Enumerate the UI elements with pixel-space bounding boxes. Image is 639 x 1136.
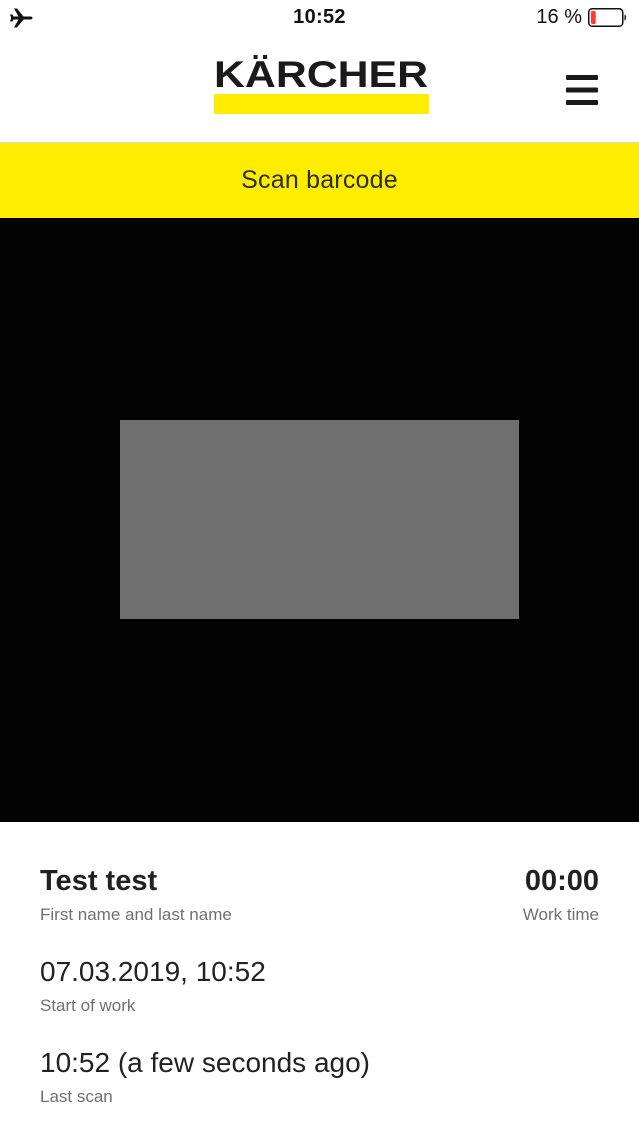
hamburger-menu-icon[interactable] [562,72,602,108]
page-title: Scan barcode [241,166,398,194]
last-scan-label: Last scan [40,1087,113,1106]
work-time-block: 00:00 Work time [523,864,599,926]
app-header: KÄRCHER [0,38,639,143]
employee-name-block: Test test First name and last name [40,864,232,926]
work-time-value: 00:00 [524,865,599,897]
logo-text: KÄRCHER [214,54,428,95]
work-time-label: Work time [522,905,599,924]
start-of-work-label: Start of work [40,996,136,1015]
scan-frame [120,420,519,619]
status-bar: 10:52 16 % [0,0,639,38]
battery-icon [588,8,626,27]
karcher-logo: KÄRCHER [214,54,429,114]
battery-fill [591,11,596,24]
start-of-work-value: 07.03.2019, 10:52 [40,956,266,987]
title-bar: Scan barcode [0,143,639,218]
camera-viewport[interactable] [0,218,639,822]
employee-name: Test test [40,865,158,897]
info-panel: Test test First name and last name 00:00… [0,822,639,1136]
employee-name-label: First name and last name [40,905,232,924]
last-scan-block: 10:52 (a few seconds ago) Last scan [40,1046,370,1108]
last-scan-value: 10:52 (a few seconds ago) [40,1047,370,1078]
start-of-work-block: 07.03.2019, 10:52 Start of work [40,955,266,1017]
app-screen: 10:52 16 % KÄRCHER Scan barcode Test tes… [0,0,639,1136]
battery-percentage: 16 % [536,6,582,28]
